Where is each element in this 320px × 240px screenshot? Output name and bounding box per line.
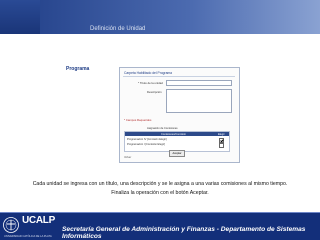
logo-wordmark: UCALP xyxy=(22,215,55,226)
commission-checkbox[interactable] xyxy=(219,143,224,148)
table-header: Comisiones/Comisión Elegir xyxy=(125,132,229,136)
caption-line-2: Finaliza la operación con el botón Acept… xyxy=(111,190,209,196)
header-bar xyxy=(0,0,320,34)
commission-name: Programación I [Comisión Elegir] xyxy=(127,143,165,146)
university-logo-icon xyxy=(2,216,20,234)
required-note: * Campos Requeridos xyxy=(124,118,152,122)
column-header-commission: Comisiones/Comisión xyxy=(161,132,187,136)
window-divider xyxy=(123,76,235,77)
table-row: Programación I [Comisión Elegir] xyxy=(125,142,229,148)
header-corner xyxy=(0,0,40,34)
description-label: Descripción xyxy=(147,90,162,94)
section-label: Programa xyxy=(66,66,90,72)
page-title: Definición de Unidad xyxy=(90,26,146,32)
commission-name: Programación IV [Comisión Elegir] xyxy=(127,138,167,141)
unit-title-input[interactable] xyxy=(166,80,232,86)
accept-button[interactable]: Aceptar xyxy=(169,150,185,157)
form-window: Carpeta Habilitado del Programa * Título… xyxy=(119,67,240,163)
logo-subtitle: UNIVERSIDAD CATÓLICA DE LA PLATA xyxy=(4,235,52,238)
commissions-table: Comisiones/Comisión Elegir Programación … xyxy=(124,131,230,152)
back-link[interactable]: Volver xyxy=(124,156,131,159)
column-header-select: Elegir xyxy=(218,132,225,136)
footer-text: Secretaría General de Administración y F… xyxy=(62,226,306,240)
group-title: Asignación de Comisiones xyxy=(147,127,178,130)
unit-title-label: * Título de la unidad xyxy=(138,81,163,85)
window-title: Carpeta Habilitado del Programa xyxy=(124,71,173,75)
description-textarea[interactable] xyxy=(166,89,232,113)
caption-line-1: Cada unidad se ingresa con un título, un… xyxy=(32,181,288,187)
